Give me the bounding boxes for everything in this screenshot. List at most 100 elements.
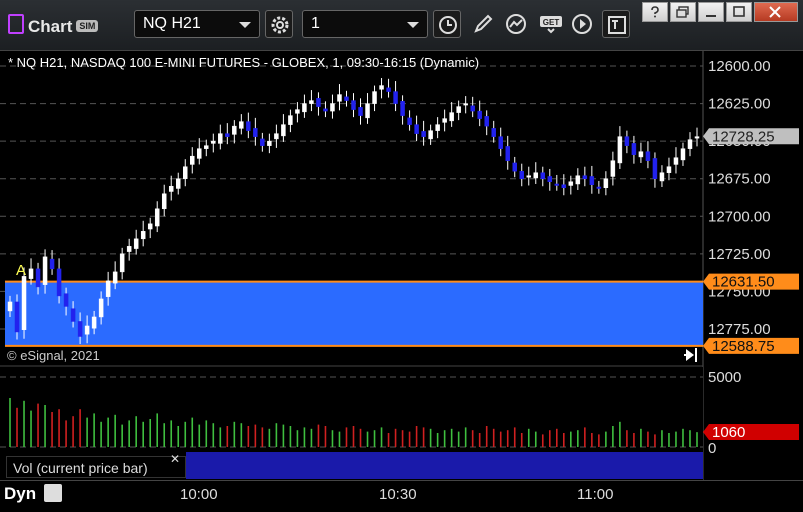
template-button[interactable]: [602, 10, 630, 38]
candle-body: [400, 101, 405, 116]
candle-body: [330, 103, 335, 112]
candle-body: [666, 166, 672, 173]
dynamic-mode-label[interactable]: Dyn: [4, 484, 36, 504]
restore-icon: [676, 6, 689, 18]
candle-body: [687, 139, 693, 149]
get-icon: GET: [540, 16, 562, 34]
price-tick-label: 12600.00: [708, 58, 771, 75]
candle-body: [302, 103, 307, 113]
candle-body: [498, 136, 503, 149]
candle-body: [582, 175, 588, 179]
candle-body: [589, 176, 595, 185]
candle-body: [274, 133, 279, 140]
candle-body: [42, 256, 48, 285]
restore-button[interactable]: [670, 2, 696, 22]
candle-body: [295, 109, 300, 114]
candle-body: [190, 155, 195, 165]
sim-badge: SIM: [76, 20, 99, 32]
studies-button[interactable]: [502, 10, 530, 38]
minimize-icon: [706, 15, 716, 17]
candle-body: [197, 148, 202, 159]
last-price-text: 12728.25: [712, 128, 775, 145]
last-price-marker: 12728.25: [703, 128, 799, 145]
interval-select[interactable]: 1: [302, 10, 428, 38]
candle-body: [267, 140, 272, 146]
volume-study-label[interactable]: Vol (current price bar): [6, 456, 186, 478]
candle-body: [133, 238, 139, 249]
candle-body: [323, 108, 328, 112]
close-study-icon[interactable]: ✕: [170, 452, 180, 466]
time-tick: 11:00: [577, 486, 614, 503]
candle-body: [673, 157, 679, 165]
time-tick: 10:00: [180, 486, 218, 503]
candle-body: [49, 258, 55, 270]
time-axis[interactable]: Dyn 10:00 10:30 11:00: [0, 480, 803, 508]
maximize-icon: [733, 6, 745, 17]
candle-body: [610, 160, 616, 177]
draw-pencil-button[interactable]: [469, 10, 497, 38]
candle-body: [477, 110, 482, 119]
candle-body: [659, 172, 665, 182]
candle-body: [35, 268, 41, 288]
candle-body: [421, 131, 426, 137]
candle-body: [491, 128, 496, 137]
candle-body: [519, 170, 524, 179]
candle-body: [512, 162, 517, 172]
help-button[interactable]: [642, 2, 668, 22]
clock-button[interactable]: [433, 10, 461, 38]
candle-body: [652, 158, 658, 179]
volume-tick-bottom: 0: [708, 440, 716, 457]
marker-label[interactable]: A: [16, 262, 26, 279]
candle-body: [603, 178, 609, 188]
lock-icon[interactable]: [44, 484, 62, 502]
candle-body: [379, 85, 384, 90]
candle-body: [56, 268, 62, 297]
candle-body: [547, 176, 553, 182]
candle-body: [694, 136, 700, 139]
candle-body: [281, 124, 286, 137]
time-tick: 10:30: [379, 486, 417, 503]
candle-body: [154, 208, 160, 227]
candle-body: [211, 140, 216, 144]
candle-body: [526, 175, 532, 178]
candle-body: [253, 128, 258, 137]
volume-tick-top: 5000: [708, 369, 741, 386]
candle-body: [77, 321, 83, 337]
chevron-down-icon: [239, 22, 251, 28]
play-button[interactable]: [568, 10, 596, 38]
candle-body: [218, 133, 223, 144]
maximize-button[interactable]: [726, 2, 752, 22]
candle-body: [204, 145, 209, 149]
candle-body: [470, 105, 475, 112]
candle-body: [505, 146, 510, 161]
candle-body: [533, 172, 539, 179]
symbol-select[interactable]: NQ H21: [134, 10, 260, 38]
candle-body: [337, 94, 342, 102]
price-chart[interactable]: 12775.0012750.0012725.0012700.0012675.00…: [0, 51, 803, 507]
title-bar: Chart SIM NQ H21 1 GET: [0, 0, 803, 51]
price-tick-label: 12700.00: [708, 208, 771, 225]
settings-gear-button[interactable]: [265, 10, 293, 38]
candle-body: [631, 143, 637, 155]
candle-body: [407, 117, 412, 125]
app-title: Chart SIM: [8, 14, 99, 37]
volume-study-strip: [186, 452, 703, 479]
play-icon: [572, 14, 592, 34]
candle-body: [14, 301, 20, 333]
candle-body: [554, 183, 560, 186]
close-button[interactable]: [754, 2, 798, 22]
interval-value: 1: [311, 15, 320, 32]
get-data-button[interactable]: GET: [536, 10, 564, 38]
candle-body: [463, 103, 468, 106]
chart-header: * NQ H21, NASDAQ 100 E-MINI FUTURES - GL…: [8, 55, 479, 70]
candle-body: [414, 124, 419, 134]
price-tick-label: 12625.00: [708, 96, 771, 113]
question-icon: [651, 6, 659, 18]
candle-body: [316, 98, 321, 107]
gear-icon: [271, 16, 289, 34]
candle-body: [351, 100, 356, 110]
candle-body: [645, 151, 651, 161]
chart-area[interactable]: 12775.00 12750.00 12725.00 12700.00 12675.00…: [0, 51, 803, 507]
minimize-button[interactable]: [698, 2, 724, 22]
zone-lower-marker: 12588.75: [703, 337, 799, 355]
